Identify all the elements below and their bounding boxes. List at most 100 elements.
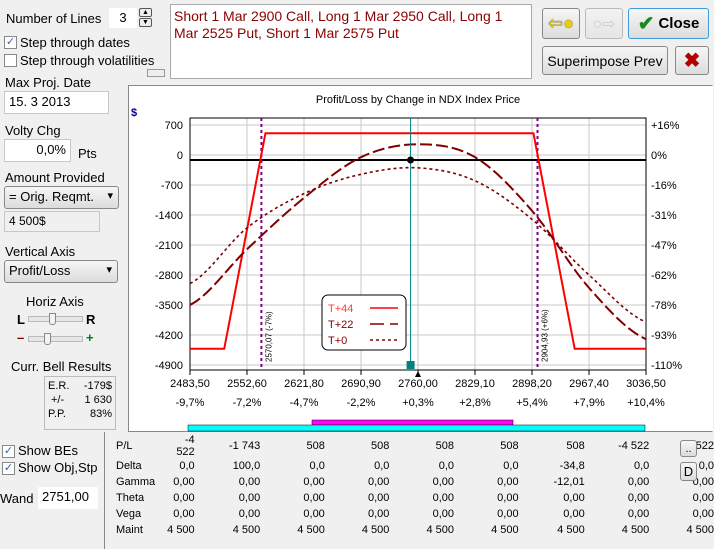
y-tick-label: -700 — [161, 180, 183, 192]
x-tick-label: 2483,50 — [170, 378, 210, 390]
table-cell: 0,0 — [634, 460, 650, 472]
table-cell: 0,00 — [173, 492, 195, 504]
table-cell: -4 522 — [618, 440, 650, 452]
table-cell: 0,00 — [173, 508, 195, 520]
table-cell: 508 — [566, 440, 585, 452]
table-cell: 0,00 — [173, 476, 195, 488]
table-cell: 4 500 — [557, 524, 585, 536]
y-tick-label: 0 — [177, 150, 183, 162]
x-tick-pct-label: -9,7% — [176, 397, 205, 409]
range-bar-1sd — [311, 419, 514, 426]
y-tick-label: -2100 — [155, 240, 183, 252]
y-tick-right-label: -93% — [651, 330, 677, 342]
table-cell: 508 — [371, 440, 390, 452]
greeks-table: P/L -4 522 -1 743 508 508 508 508 508 -4 522 -4 5… — [116, 434, 714, 538]
table-cell: 0,00 — [692, 492, 714, 504]
table-cell: 0,00 — [497, 476, 519, 488]
table-cell: 4 500 — [621, 524, 650, 536]
row-header: Maint — [116, 524, 143, 536]
x-tick-pct-label: +2,8% — [459, 397, 491, 409]
x-tick-pct-label: +7,9% — [573, 397, 605, 409]
row-header: Gamma — [116, 476, 156, 488]
table-row: Gamma 0,00 0,00 0,00 0,00 0,00 0,00 -12,01 0,00 0… — [116, 474, 714, 490]
table-row: P/L -4 522 -1 743 508 508 508 508 508 -4 522 -4 5… — [116, 434, 714, 458]
x-tick-label: 2898,20 — [512, 378, 552, 390]
table-cell: 0,00 — [432, 476, 454, 488]
table-cell: 0,00 — [303, 492, 325, 504]
x-tick-label: 3036,50 — [626, 378, 666, 390]
table-cell: 508 — [500, 440, 519, 452]
table-cell: 0,00 — [692, 508, 714, 520]
table-cell: 0,00 — [367, 476, 390, 488]
table-cell: 0,00 — [367, 492, 390, 504]
table-cell: 0,00 — [497, 508, 519, 520]
row-header: Delta — [116, 460, 142, 472]
x-tick-pct-label: +5,4% — [516, 397, 548, 409]
y-tick-right-label: +16% — [651, 120, 680, 132]
x-tick-pct-label: +0,3% — [402, 397, 434, 409]
table-cell: 0,00 — [303, 476, 325, 488]
current-pl-dot — [407, 156, 415, 164]
x-tick-label: 2621,80 — [284, 378, 324, 390]
table-cell: 0,00 — [563, 508, 585, 520]
table-cell: 0,00 — [238, 492, 261, 504]
table-cell: 0,00 — [627, 508, 650, 520]
y-tick-label: -1400 — [155, 210, 183, 222]
x-tick-pct-label: -2,2% — [347, 397, 376, 409]
y-tick-right-label: -78% — [651, 300, 677, 312]
x-tick-label: 2690,90 — [341, 378, 381, 390]
table-cell: 4 500 — [232, 524, 261, 536]
table-cell: -1 743 — [229, 440, 261, 452]
table-cell: 0,0 — [503, 460, 519, 472]
table-cell: 508 — [435, 440, 454, 452]
y-tick-right-label: -110% — [651, 360, 682, 372]
table-cell: 0,00 — [563, 492, 585, 504]
x-tick-pct-label: +10,4% — [627, 397, 665, 409]
x-tick-label: 2829,10 — [455, 378, 495, 390]
x-tick-label: 2552,60 — [227, 378, 267, 390]
table-cell: 100,0 — [232, 460, 261, 472]
y-tick-label: 700 — [165, 120, 183, 132]
table-row: Delta 0,0 100,0 0,0 0,0 0,0 0,0 -34,8 0,0 0,0 — [116, 458, 714, 474]
table-cell: 508 — [306, 440, 325, 452]
table-cell: 4 500 — [297, 524, 325, 536]
table-cell: 0,00 — [627, 476, 650, 488]
table-cell: 0,0 — [309, 460, 325, 472]
y-tick-right-label: 0% — [651, 150, 667, 162]
table-cell: 0,00 — [303, 508, 325, 520]
dots-button[interactable]: .. — [680, 440, 697, 457]
table-cell: 4 500 — [426, 524, 454, 536]
table-cell: 0,00 — [432, 492, 454, 504]
d-button[interactable]: D — [680, 462, 697, 481]
table-cell: 0,0 — [374, 460, 390, 472]
table-cell: 4 500 — [167, 524, 195, 536]
y-tick-right-label: -47% — [651, 240, 677, 252]
y-tick-right-label: -62% — [651, 270, 677, 282]
table-cell: 4 500 — [686, 524, 714, 536]
table-cell: 0,00 — [432, 508, 454, 520]
table-cell: 0,00 — [627, 492, 650, 504]
breakeven-label: 2904,93 (+6%) — [541, 309, 550, 362]
y-tick-right-label: -16% — [651, 180, 677, 192]
table-cell: 0,00 — [238, 508, 261, 520]
y-tick-label: -2800 — [155, 270, 183, 282]
row-header: P/L — [116, 440, 133, 452]
table-cell: -12,01 — [553, 476, 585, 488]
row-header: Vega — [116, 508, 142, 520]
row-header: Theta — [116, 492, 145, 504]
range-bar-2sd — [187, 424, 646, 432]
legend-label: T+44 — [328, 303, 353, 315]
y-tick-label: -3500 — [155, 300, 183, 312]
x-tick-label: 2760,00 — [398, 378, 438, 390]
table-cell: 0,0 — [179, 460, 195, 472]
current-price-marker — [415, 371, 421, 377]
table-cell: 4 500 — [361, 524, 390, 536]
table-cell: 4 500 — [491, 524, 519, 536]
y-tick-right-label: -31% — [651, 210, 677, 222]
table-row: Maint 4 500 4 500 4 500 4 500 4 500 4 500 4 500… — [116, 522, 714, 538]
table-row: Theta 0,00 0,00 0,00 0,00 0,00 0,00 0,00 0,00 0,0… — [116, 490, 714, 506]
table-cell: 0,00 — [497, 492, 519, 504]
x-tick-pct-label: -4,7% — [290, 397, 319, 409]
table-cell: 0,00 — [238, 476, 261, 488]
legend-label: T+0 — [328, 335, 347, 347]
